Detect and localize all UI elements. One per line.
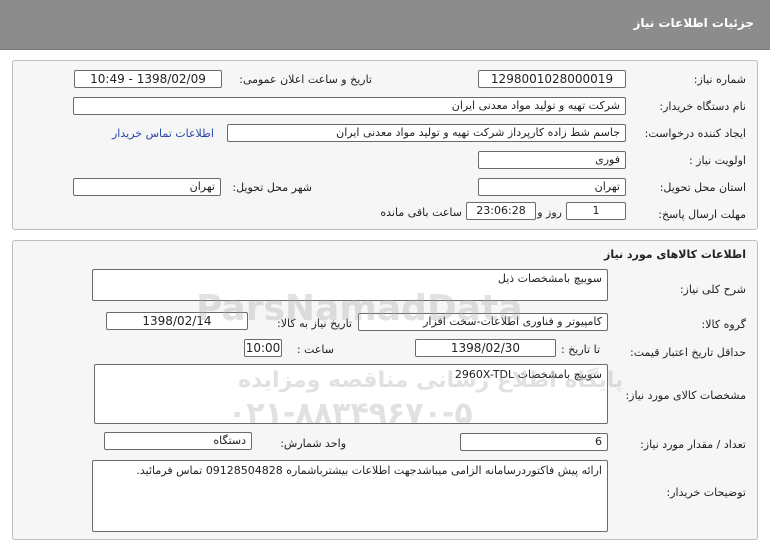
buyer-notes-field: ارائه پیش فاکتوردرسامانه الزامی میباشدجه…	[92, 460, 608, 532]
goods-specs-label: مشخصات کالای مورد نیاز:	[625, 389, 746, 402]
price-validity-label: حداقل تاریخ اعتبار قیمت:	[630, 346, 746, 359]
priority-label: اولویت نیاز :	[688, 154, 746, 167]
requester-field: جاسم شط زاده کارپرداز شرکت تهیه و تولید …	[227, 124, 626, 142]
goods-specs-field: سوییچ بامشخصات 2960X-TDL	[94, 364, 608, 424]
deadline-days-field: 1	[566, 202, 626, 220]
need-number-label: شماره نیاز:	[693, 73, 746, 86]
response-deadline-label: مهلت ارسال پاسخ:	[658, 208, 746, 221]
need-number-field: 1298001028000019	[478, 70, 626, 88]
delivery-city-label: شهر محل تحویل:	[232, 181, 312, 194]
announce-datetime-label: تاریخ و ساعت اعلان عمومی:	[239, 73, 372, 86]
deadline-time-field: 23:06:28	[466, 202, 536, 220]
goods-group-field: کامپیوتر و فناوری اطلاعات-سخت افزار	[358, 313, 608, 331]
buyer-org-field: شرکت تهیه و تولید مواد معدنی ایران	[73, 97, 626, 115]
unit-field: دستگاه	[104, 432, 252, 450]
delivery-province-field: تهران	[478, 178, 626, 196]
validity-hour-label: ساعت :	[296, 343, 334, 356]
delivery-city-field: تهران	[73, 178, 221, 196]
general-description-field: سوییچ بامشخصات ذیل	[92, 269, 608, 301]
need-date-label: تاریخ نیاز به کالا:	[277, 317, 352, 330]
quantity-label: تعداد / مقدار مورد نیاز:	[640, 438, 746, 451]
general-description-label: شرح کلی نیاز:	[679, 283, 746, 296]
announce-datetime-field: 1398/02/09 - 10:49	[74, 70, 222, 88]
remaining-time-label: ساعت باقی مانده	[380, 206, 462, 219]
requester-label: ایجاد کننده درخواست:	[644, 127, 746, 140]
until-date-label: تا تاریخ :	[561, 343, 600, 356]
buyer-contact-link[interactable]: اطلاعات تماس خریدار	[112, 127, 214, 140]
unit-label: واحد شمارش:	[280, 437, 346, 450]
days-unit-label: روز و	[537, 206, 562, 219]
goods-section-title: اطلاعات کالاهای مورد نیاز	[604, 248, 746, 261]
buyer-org-label: نام دستگاه خریدار:	[659, 100, 746, 113]
priority-field: فوری	[478, 151, 626, 169]
page-title: جزئیات اطلاعات نیاز	[633, 16, 754, 30]
goods-group-label: گروه کالا:	[701, 318, 746, 331]
delivery-province-label: استان محل تحویل:	[659, 181, 746, 194]
buyer-notes-label: توضیحات خریدار:	[666, 486, 747, 499]
validity-hour-field: 10:00	[244, 339, 282, 357]
need-date-field: 1398/02/14	[106, 312, 248, 330]
until-date-field: 1398/02/30	[415, 339, 556, 357]
quantity-field: 6	[460, 433, 608, 451]
